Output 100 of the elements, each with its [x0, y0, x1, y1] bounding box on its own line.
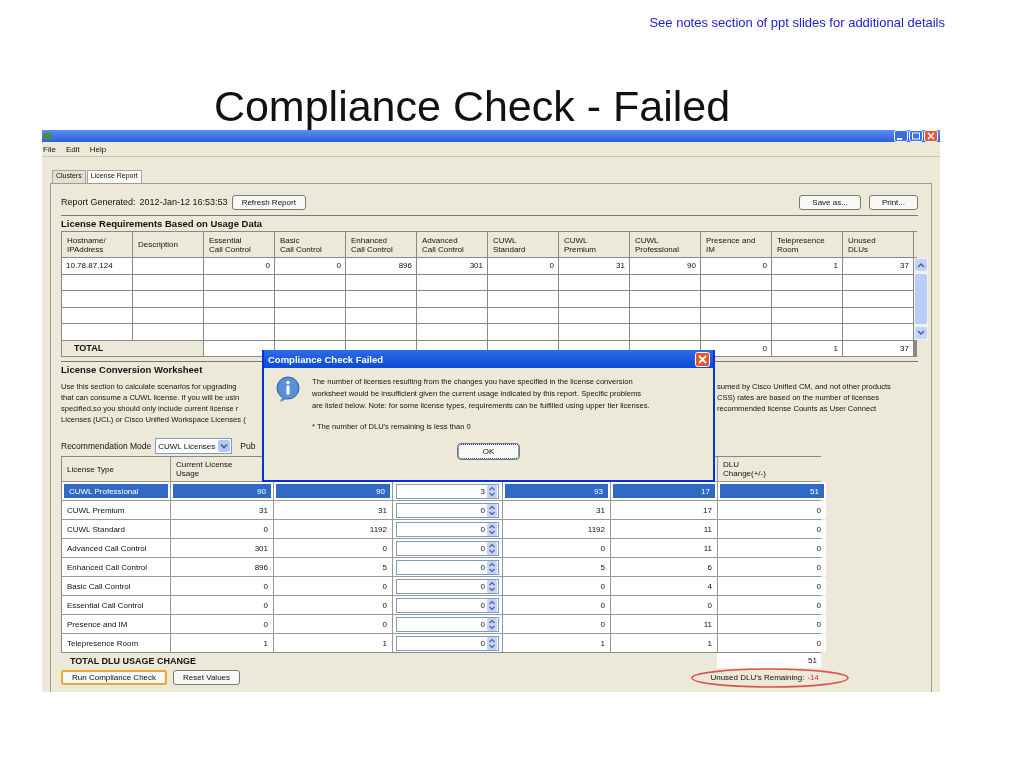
table-cell: 1 [772, 258, 842, 274]
spinner-field[interactable]: 0 [396, 578, 499, 594]
spinner-field[interactable]: 0 [396, 502, 499, 518]
slide-title: Compliance Check - Failed [213, 85, 731, 130]
table-cell: 0 [718, 539, 826, 557]
table-cell: 0 [274, 615, 392, 633]
report-button[interactable]: Save as... [799, 194, 861, 210]
table-cell [488, 291, 558, 307]
table-cell: 51 [718, 482, 826, 500]
table-cell: 0 [503, 615, 610, 633]
worksheet-button[interactable]: Reset Values [173, 669, 241, 685]
table-cell: 11 [611, 539, 717, 557]
menu-item[interactable]: Edit [65, 144, 80, 154]
table-cell: 90 [171, 482, 273, 500]
table-cell: 0 [275, 258, 345, 274]
table-cell [701, 324, 771, 340]
table-cell: 37 [843, 258, 913, 274]
table-cell: 0 [701, 258, 771, 274]
table-cell: 0 [274, 539, 392, 557]
table-cell [417, 324, 487, 340]
table-cell [204, 340, 274, 356]
table-cell: 0 [171, 520, 273, 538]
table-cell [772, 291, 842, 307]
spinner-field[interactable]: 3 [396, 483, 499, 499]
menu-item[interactable]: Help [89, 144, 107, 154]
license-type-cell[interactable]: CUWL Professional [62, 482, 170, 500]
column-header: License Type [62, 457, 170, 481]
table-cell: 0 [718, 558, 826, 576]
scrollbar[interactable] [914, 258, 928, 340]
label-text: Pub [240, 441, 256, 451]
table-cell [275, 307, 345, 323]
license-type-cell[interactable]: Basic Call Control [62, 577, 170, 595]
spinner-field[interactable]: 0 [396, 597, 499, 613]
column-header: CUWL Premium [559, 232, 629, 257]
table-cell: 0 [718, 520, 826, 538]
close-icon[interactable] [695, 351, 710, 367]
table-cell: 1192 [503, 520, 610, 538]
table-cell [559, 291, 629, 307]
license-type-cell[interactable]: Advanced Call Control [62, 539, 170, 557]
license-type-cell[interactable]: Essential Call Control [62, 596, 170, 614]
ok-button[interactable]: OK [457, 444, 520, 459]
table-cell [275, 324, 345, 340]
table-cell: 31 [503, 501, 610, 519]
spinner-field[interactable]: 0 [396, 540, 499, 556]
mode-label: Recommendation Mode [61, 441, 152, 451]
table-cell [346, 324, 416, 340]
column-header: Essential Call Control [204, 232, 274, 257]
total-label: TOTAL [62, 340, 203, 356]
spinner-field[interactable]: 0 [396, 559, 499, 575]
license-type-cell[interactable]: CUWL Premium [62, 501, 170, 519]
table-cell [417, 291, 487, 307]
column-header: Telepresence Room [772, 232, 842, 257]
table-cell: 0 [274, 577, 392, 595]
refresh-button[interactable]: Refresh Report [231, 194, 306, 210]
table-cell: 0 [718, 501, 826, 519]
table-cell: 17 [611, 501, 717, 519]
spinner-field[interactable]: 0 [396, 521, 499, 537]
table-cell: 90 [630, 258, 700, 274]
report-button[interactable]: Print... [868, 194, 918, 210]
table-cell [559, 324, 629, 340]
table-cell [630, 307, 700, 323]
column-header: Enhanced Call Control [346, 232, 416, 257]
spinner-arrows-icon [487, 560, 497, 574]
table-cell: 0 [503, 539, 610, 557]
worksheet-button[interactable]: Run Compliance Check [61, 669, 168, 685]
table-cell [204, 307, 274, 323]
table-cell: 1 [611, 634, 717, 652]
table-cell: 1 [503, 634, 610, 652]
table-cell: 5 [274, 558, 392, 576]
table-cell: 17 [611, 482, 717, 500]
table-cell [275, 274, 345, 290]
license-type-cell[interactable]: Enhanced Call Control [62, 558, 170, 576]
table-cell [843, 307, 913, 323]
spinner-field[interactable]: 0 [396, 635, 499, 651]
table-cell: 11 [611, 520, 717, 538]
app-icon [44, 132, 51, 140]
license-type-cell[interactable]: CUWL Standard [62, 520, 170, 538]
section-heading: License Requirements Based on Usage Data [61, 218, 264, 231]
table-cell [559, 307, 629, 323]
report-timestamp: 2012-Jan-12 16:53:53 [139, 197, 228, 207]
table-cell: 90 [274, 482, 392, 500]
remaining-label: Unused DLU's Remaining: [710, 672, 805, 682]
table-cell [488, 324, 558, 340]
table-cell: 0 [718, 615, 826, 633]
spinner-arrows-icon [487, 617, 497, 631]
table-cell: 4 [611, 577, 717, 595]
table-cell [701, 307, 771, 323]
menu-item[interactable]: File [43, 144, 56, 154]
table-cell: 0 [718, 634, 826, 652]
table-cell [630, 291, 700, 307]
table-cell [133, 307, 203, 323]
license-type-cell[interactable]: Presence and IM [62, 615, 170, 633]
table-cell: 10.78.87.124 [62, 258, 132, 274]
table-cell [204, 291, 274, 307]
table-cell: 5 [503, 558, 610, 576]
table-cell: 0 [611, 596, 717, 614]
spinner-field[interactable]: 0 [396, 616, 499, 632]
license-type-cell[interactable]: Telepresence Room [62, 634, 170, 652]
mode-dropdown[interactable]: CUWL Licenses [155, 438, 233, 454]
scroll-thumb [915, 273, 927, 324]
